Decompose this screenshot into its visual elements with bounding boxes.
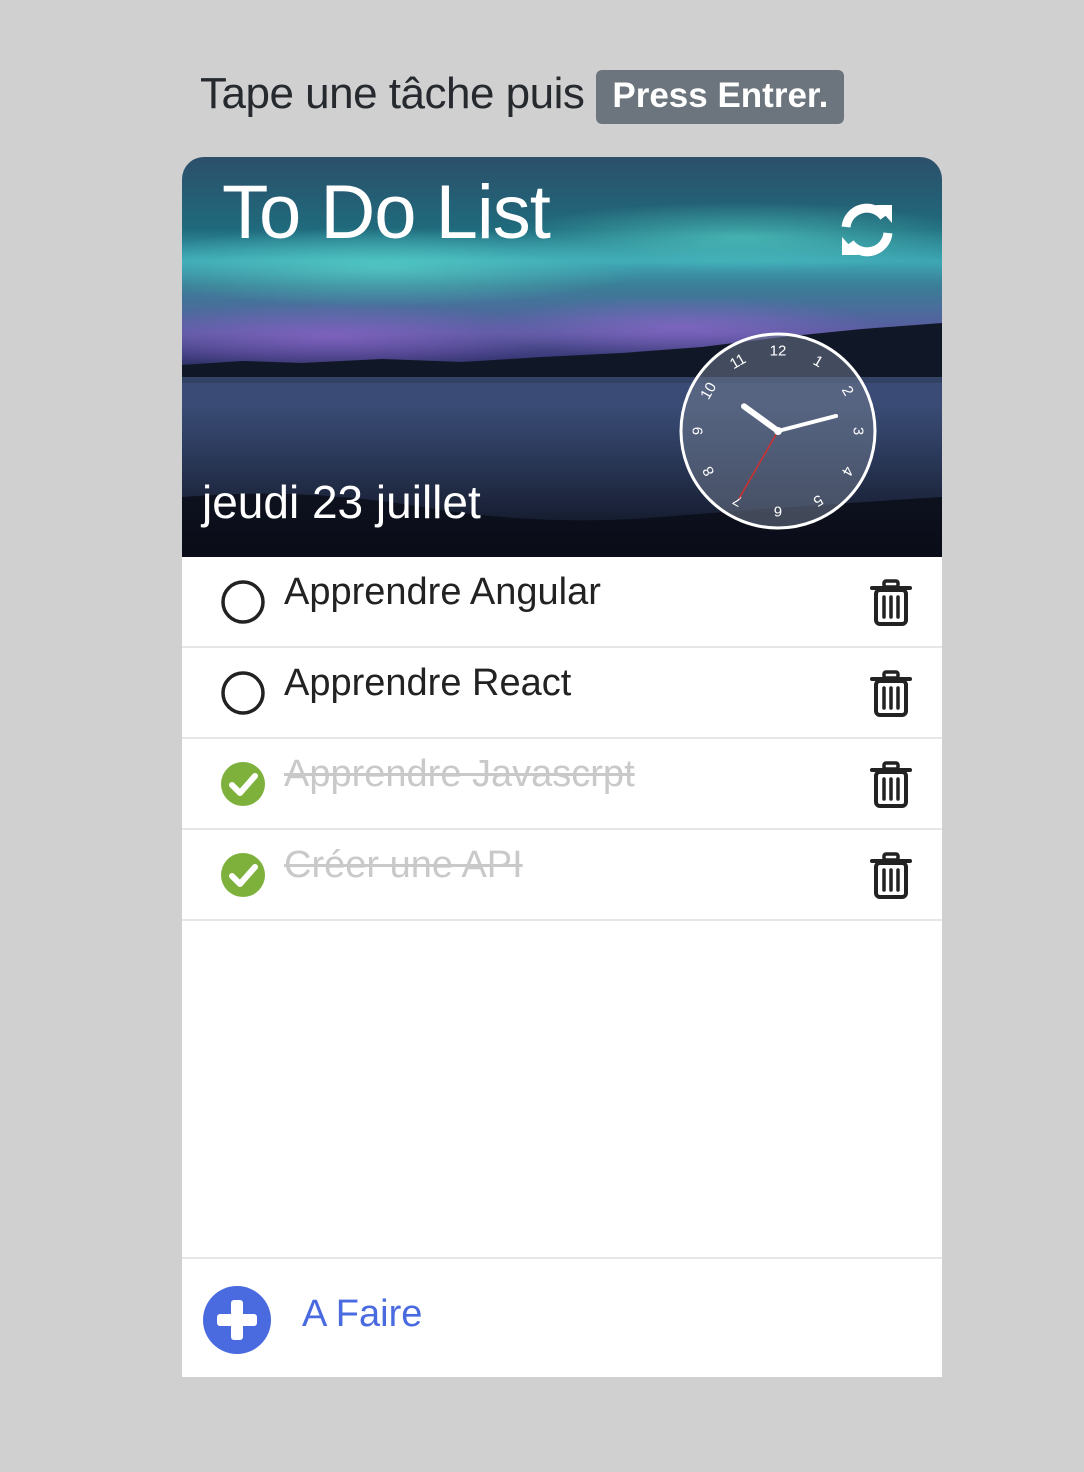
trash-icon[interactable] xyxy=(870,579,912,627)
current-date: jeudi 23 juillet xyxy=(202,476,481,528)
check-circle-icon[interactable] xyxy=(220,852,266,898)
todo-item: Apprendre Angular xyxy=(182,557,942,648)
check-circle-icon[interactable] xyxy=(220,761,266,807)
todo-label: Apprendre Javascrpt xyxy=(284,753,635,795)
press-enter-badge: Press Entrer. xyxy=(596,70,845,124)
app-title: To Do List xyxy=(222,170,551,255)
plus-circle-icon[interactable] xyxy=(202,1285,272,1355)
instruction: Tape une tâche puis Press Entrer. xyxy=(200,64,845,124)
header-banner: To Do List jeudi 23 juillet 12 1 2 3 4 5 6 7 8 9 1… xyxy=(182,157,942,557)
todo-item: Créer une API xyxy=(182,830,942,921)
todo-label: Apprendre React xyxy=(284,662,572,704)
page: Tape une tâche puis Press Entrer. To Do … xyxy=(0,0,1084,1472)
clock-numeral: 6 xyxy=(774,503,782,520)
empty-circle-icon[interactable] xyxy=(220,670,266,716)
refresh-icon[interactable] xyxy=(834,197,900,263)
clock-numeral: 9 xyxy=(690,427,707,435)
add-task-link[interactable]: A Faire xyxy=(302,1293,422,1336)
todo-item: Apprendre React xyxy=(182,648,942,739)
todo-card: To Do List jeudi 23 juillet 12 1 2 3 4 5 6 7 8 9 1… xyxy=(182,157,942,1377)
analog-clock: 121234567891011 xyxy=(679,332,877,530)
trash-icon[interactable] xyxy=(870,670,912,718)
trash-icon[interactable] xyxy=(870,852,912,900)
empty-circle-icon[interactable] xyxy=(220,579,266,625)
footer: A Faire xyxy=(182,1257,942,1377)
todo-label: Créer une API xyxy=(284,844,523,886)
clock-numeral: 3 xyxy=(850,427,867,435)
instruction-text: Tape une tâche puis xyxy=(200,69,585,118)
todo-item: Apprendre Javascrpt xyxy=(182,739,942,830)
trash-icon[interactable] xyxy=(870,761,912,809)
todo-list: Apprendre Angular Apprendre React Apprendr… xyxy=(182,557,942,921)
todo-label: Apprendre Angular xyxy=(284,571,601,613)
clock-numeral: 12 xyxy=(770,343,787,360)
